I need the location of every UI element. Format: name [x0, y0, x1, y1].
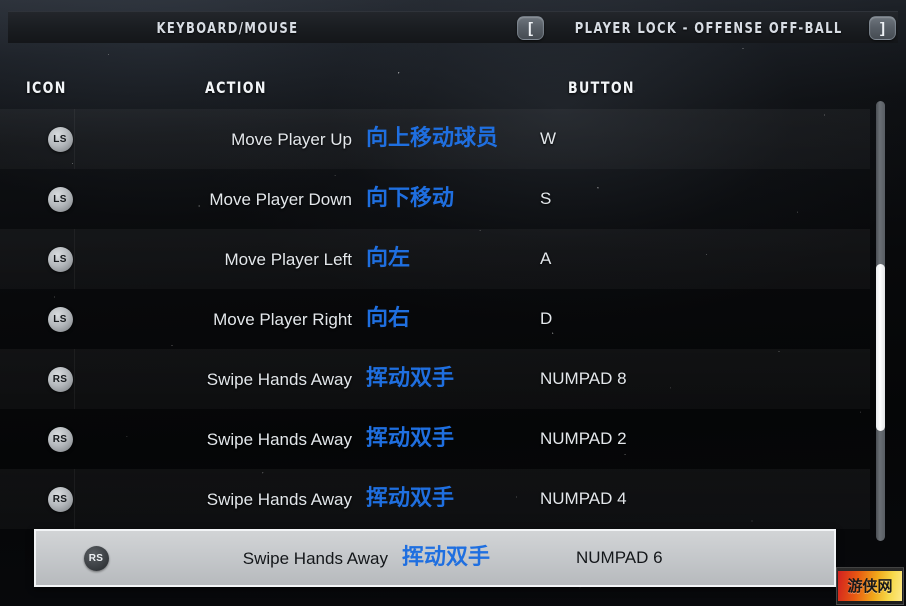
row-icon-cell: RS [0, 486, 120, 512]
table-row[interactable]: RS Swipe Hands Away 挥动双手 NUMPAD 4 [0, 469, 870, 529]
row-button-cell: NUMPAD 2 [540, 429, 870, 449]
next-section-button[interactable]: ] [869, 16, 896, 40]
row-button-cell: A [540, 249, 870, 269]
action-label-en: Move Player Right [213, 310, 352, 329]
left-stick-icon: LS [47, 306, 73, 332]
action-label-zh: 向下移动 [366, 186, 455, 211]
action-label-en: Swipe Hands Away [242, 549, 388, 568]
row-action-cell: Move Player Right 向右 [120, 308, 540, 330]
row-button-cell: S [540, 189, 870, 209]
bound-key-label: A [540, 249, 552, 268]
table-row[interactable]: LS Move Player Down 向下移动 S [0, 169, 870, 229]
action-label-zh: 挥动双手 [366, 426, 455, 451]
row-icon-cell: RS [0, 426, 120, 452]
left-stick-icon: LS [47, 246, 73, 272]
table-row[interactable]: RS Swipe Hands Away 挥动双手 NUMPAD 8 [0, 349, 870, 409]
row-icon-cell: RS [0, 366, 120, 392]
row-button-cell: D [540, 309, 870, 329]
row-icon-cell: LS [0, 306, 120, 332]
header-bar: KEYBOARD/MOUSE [ PLAYER LOCK - OFFENSE O… [8, 11, 898, 43]
table-row[interactable]: RS Swipe Hands Away 挥动双手 NUMPAD 6 [34, 529, 836, 587]
row-button-cell: NUMPAD 8 [540, 369, 870, 389]
action-label-en: Swipe Hands Away [206, 490, 352, 509]
action-label-zh: 向左 [366, 246, 411, 271]
action-label-zh: 挥动双手 [366, 366, 455, 391]
table-row[interactable]: LS Move Player Up 向上移动球员 W [0, 109, 870, 169]
action-label-zh: 挥动双手 [366, 486, 455, 511]
action-label-zh: 向上移动球员 [366, 126, 499, 151]
right-stick-icon: RS [47, 486, 73, 512]
bound-key-label: S [540, 189, 552, 208]
bound-key-label: NUMPAD 4 [540, 489, 627, 508]
right-stick-icon: RS [83, 545, 109, 571]
keybinding-list: LS Move Player Up 向上移动球员 W LS Move Player Dow… [0, 109, 870, 587]
row-button-cell: W [540, 129, 870, 149]
action-label-en: Swipe Hands Away [206, 370, 352, 389]
row-button-cell: NUMPAD 6 [576, 548, 906, 568]
controls-settings-screen: KEYBOARD/MOUSE [ PLAYER LOCK - OFFENSE O… [0, 0, 906, 606]
column-header-action: ACTION [205, 78, 267, 97]
table-row[interactable]: RS Swipe Hands Away 挥动双手 NUMPAD 2 [0, 409, 870, 469]
row-action-cell: Swipe Hands Away 挥动双手 [120, 368, 540, 390]
row-action-cell: Move Player Left 向左 [120, 248, 540, 270]
row-action-cell: Swipe Hands Away 挥动双手 [120, 428, 540, 450]
scrollbar-thumb[interactable] [876, 263, 885, 431]
bound-key-label: W [540, 129, 557, 148]
row-action-cell: Swipe Hands Away 挥动双手 [156, 547, 576, 569]
action-label-en: Move Player Down [209, 190, 352, 209]
action-label-en: Move Player Up [231, 130, 352, 149]
watermark-badge: 游侠网 [838, 571, 902, 601]
scrollbar-track[interactable] [876, 101, 885, 541]
section-title: PLAYER LOCK - OFFENSE OFF-BALL [574, 18, 843, 37]
row-icon-cell: LS [0, 246, 120, 272]
action-label-en: Swipe Hands Away [206, 430, 352, 449]
column-header-icon: ICON [26, 78, 67, 97]
bound-key-label: NUMPAD 2 [540, 429, 627, 448]
row-icon-cell: LS [0, 126, 120, 152]
bound-key-label: NUMPAD 8 [540, 369, 627, 388]
bound-key-label: D [540, 309, 553, 328]
row-action-cell: Move Player Up 向上移动球员 [120, 128, 540, 150]
input-mode-label: KEYBOARD/MOUSE [156, 18, 299, 37]
right-stick-icon: RS [47, 426, 73, 452]
row-button-cell: NUMPAD 4 [540, 489, 870, 509]
action-label-zh: 向右 [366, 306, 411, 331]
row-action-cell: Move Player Down 向下移动 [120, 188, 540, 210]
watermark-text: 游侠网 [847, 576, 893, 595]
column-headers: ICON ACTION BUTTON [0, 78, 870, 108]
row-icon-cell: RS [36, 545, 156, 571]
table-row[interactable]: LS Move Player Right 向右 D [0, 289, 870, 349]
row-icon-cell: LS [0, 186, 120, 212]
prev-section-button[interactable]: [ [517, 16, 544, 40]
table-row[interactable]: LS Move Player Left 向左 A [0, 229, 870, 289]
column-header-button: BUTTON [568, 78, 635, 97]
left-stick-icon: LS [47, 126, 73, 152]
left-stick-icon: LS [47, 186, 73, 212]
site-watermark: 游侠网 [836, 567, 904, 605]
bound-key-label: NUMPAD 6 [576, 548, 663, 567]
action-label-zh: 挥动双手 [402, 545, 491, 570]
right-stick-icon: RS [47, 366, 73, 392]
action-label-en: Move Player Left [224, 250, 352, 269]
row-action-cell: Swipe Hands Away 挥动双手 [120, 488, 540, 510]
